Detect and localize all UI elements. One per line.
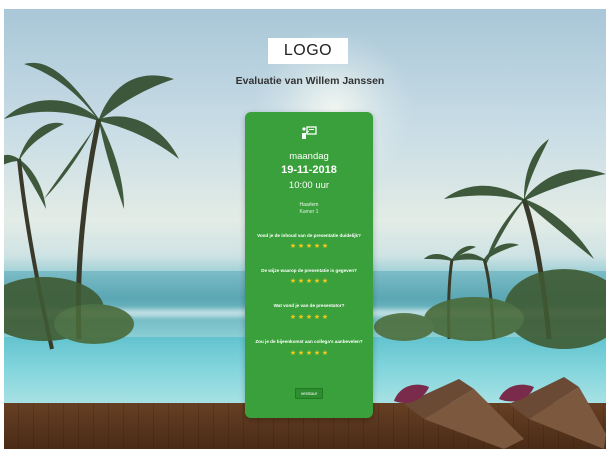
question-3-rating[interactable]: ★ ★ ★ ★ ★	[245, 314, 373, 321]
star-icon[interactable]: ★	[298, 278, 305, 285]
star-icon[interactable]: ★	[322, 243, 329, 250]
star-icon[interactable]: ★	[322, 278, 329, 285]
session-day: maandag	[289, 151, 329, 162]
question-4-rating[interactable]: ★ ★ ★ ★ ★	[245, 350, 373, 357]
question-2-text: De wijze waarop de presentatie is gegeve…	[261, 268, 357, 273]
session-time: 10:00 uur	[288, 180, 330, 191]
star-icon[interactable]: ★	[322, 314, 329, 321]
submit-button[interactable]: verstuur	[295, 388, 323, 399]
star-icon[interactable]: ★	[314, 243, 321, 250]
question-2-rating[interactable]: ★ ★ ★ ★ ★	[245, 278, 373, 285]
star-icon[interactable]: ★	[306, 314, 313, 321]
star-icon[interactable]: ★	[306, 243, 313, 250]
star-icon[interactable]: ★	[298, 314, 305, 321]
star-icon[interactable]: ★	[306, 278, 313, 285]
question-1-rating[interactable]: ★ ★ ★ ★ ★	[245, 243, 373, 250]
star-icon[interactable]: ★	[298, 350, 305, 357]
session-room: Kamer 1	[299, 209, 319, 215]
question-1-text: Vond je de inhoud van de presentatie dui…	[257, 233, 361, 238]
logo-text: LOGO	[283, 42, 333, 59]
star-icon[interactable]: ★	[314, 278, 321, 285]
logo: LOGO	[268, 38, 348, 64]
star-icon[interactable]: ★	[290, 243, 297, 250]
lounge-chairs	[394, 377, 606, 449]
presenter-board-icon	[302, 126, 317, 139]
star-icon[interactable]: ★	[314, 314, 321, 321]
evaluation-card: maandag 19-11-2018 10:00 uur Haarlem Kam…	[245, 112, 373, 418]
star-icon[interactable]: ★	[314, 350, 321, 357]
session-city: Haarlem	[299, 202, 319, 208]
star-icon[interactable]: ★	[306, 350, 313, 357]
star-icon[interactable]: ★	[298, 243, 305, 250]
question-3-text: Wat vond je van de presentator?	[273, 303, 345, 308]
star-icon[interactable]: ★	[290, 278, 297, 285]
session-date: 19-11-2018	[281, 164, 337, 176]
star-icon[interactable]: ★	[290, 350, 297, 357]
question-4-text: Zou je de bijeenkomst aan collega's aanb…	[255, 339, 363, 344]
page-title: Evaluatie van Willem Janssen	[235, 75, 385, 87]
star-icon[interactable]: ★	[290, 314, 297, 321]
star-icon[interactable]: ★	[322, 350, 329, 357]
